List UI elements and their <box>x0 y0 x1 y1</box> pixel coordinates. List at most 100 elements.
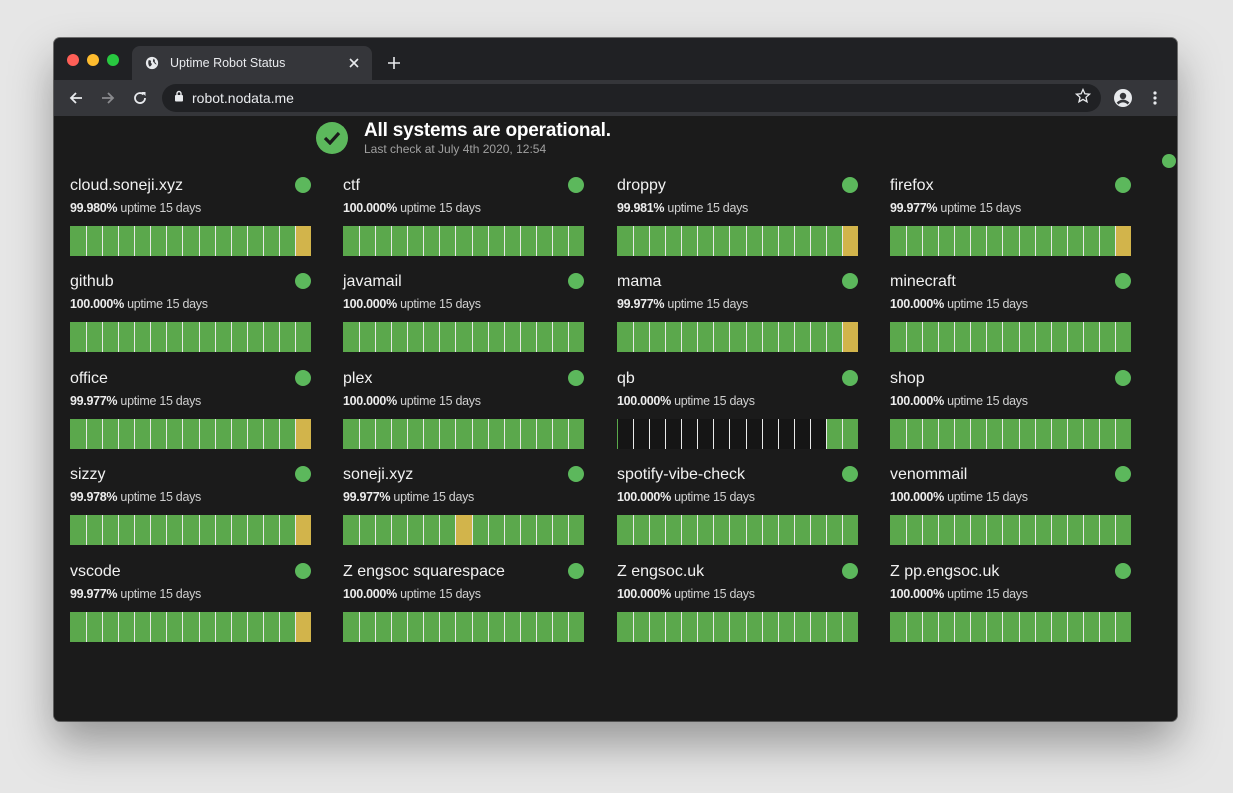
uptime-day-segment[interactable] <box>890 226 907 256</box>
uptime-day-segment[interactable] <box>890 612 907 642</box>
maximize-window-button[interactable] <box>107 54 119 66</box>
uptime-day-segment[interactable] <box>455 612 472 642</box>
monitor-card[interactable]: vscode 99.977% uptime 15 days <box>70 562 311 648</box>
uptime-day-segment[interactable] <box>1114 612 1131 642</box>
uptime-day-segment[interactable] <box>359 226 376 256</box>
uptime-day-segment[interactable] <box>166 419 183 449</box>
uptime-day-segment[interactable] <box>1002 612 1019 642</box>
uptime-day-segment[interactable] <box>214 612 231 642</box>
uptime-day-segment[interactable] <box>535 515 552 545</box>
uptime-day-segment[interactable] <box>118 226 135 256</box>
uptime-day-segment[interactable] <box>809 322 826 352</box>
uptime-day-segment[interactable] <box>198 612 215 642</box>
uptime-day-segment[interactable] <box>1002 419 1019 449</box>
uptime-day-segment[interactable] <box>407 515 424 545</box>
tab-close-icon[interactable] <box>346 55 362 71</box>
monitor-card[interactable]: spotify-vibe-check 100.000% uptime 15 day… <box>617 465 858 551</box>
uptime-day-segment[interactable] <box>407 226 424 256</box>
uptime-day-segment[interactable] <box>761 226 778 256</box>
uptime-day-segment[interactable] <box>70 515 87 545</box>
uptime-day-segment[interactable] <box>777 612 794 642</box>
monitor-card[interactable]: shop 100.000% uptime 15 days <box>890 369 1131 455</box>
uptime-day-segment[interactable] <box>182 419 199 449</box>
uptime-day-segment[interactable] <box>793 419 810 449</box>
uptime-day-segment[interactable] <box>825 515 842 545</box>
uptime-day-segment[interactable] <box>825 226 842 256</box>
uptime-day-segment[interactable] <box>551 515 568 545</box>
uptime-day-segment[interactable] <box>954 226 971 256</box>
monitor-card[interactable]: github 100.000% uptime 15 days <box>70 272 311 358</box>
uptime-day-segment[interactable] <box>1002 226 1019 256</box>
uptime-day-segment[interactable] <box>471 419 488 449</box>
uptime-day-segment[interactable] <box>134 419 151 449</box>
uptime-day-segment[interactable] <box>439 419 456 449</box>
uptime-day-segment[interactable] <box>697 419 714 449</box>
uptime-day-segment[interactable] <box>745 419 762 449</box>
uptime-day-segment[interactable] <box>535 419 552 449</box>
uptime-day-segment[interactable] <box>906 612 923 642</box>
uptime-day-segment[interactable] <box>198 515 215 545</box>
uptime-day-segment[interactable] <box>359 322 376 352</box>
uptime-day-segment[interactable] <box>230 419 247 449</box>
uptime-day-segment[interactable] <box>1114 515 1131 545</box>
uptime-day-segment[interactable] <box>118 515 135 545</box>
uptime-day-segment[interactable] <box>1018 612 1035 642</box>
uptime-day-segment[interactable] <box>262 612 279 642</box>
uptime-day-segment[interactable] <box>649 419 666 449</box>
monitor-card[interactable]: cloud.soneji.xyz 99.980% uptime 15 days <box>70 176 311 262</box>
monitor-card[interactable]: minecraft 100.000% uptime 15 days <box>890 272 1131 358</box>
uptime-day-segment[interactable] <box>793 515 810 545</box>
uptime-day-segment[interactable] <box>1018 226 1035 256</box>
uptime-day-segment[interactable] <box>954 419 971 449</box>
uptime-day-segment[interactable] <box>166 226 183 256</box>
uptime-day-segment[interactable] <box>954 515 971 545</box>
uptime-day-segment[interactable] <box>551 612 568 642</box>
uptime-day-segment[interactable] <box>278 419 295 449</box>
new-tab-plus-icon[interactable] <box>384 53 404 73</box>
uptime-day-segment[interactable] <box>503 419 520 449</box>
uptime-day-segment[interactable] <box>970 322 987 352</box>
uptime-day-segment[interactable] <box>922 226 939 256</box>
uptime-day-segment[interactable] <box>681 226 698 256</box>
uptime-day-segment[interactable] <box>761 322 778 352</box>
uptime-day-segment[interactable] <box>665 322 682 352</box>
uptime-day-segment[interactable] <box>1082 419 1099 449</box>
uptime-day-segment[interactable] <box>1114 322 1131 352</box>
uptime-day-segment[interactable] <box>487 419 504 449</box>
uptime-day-segment[interactable] <box>986 515 1003 545</box>
uptime-day-segment[interactable] <box>841 322 858 352</box>
uptime-day-segment[interactable] <box>182 612 199 642</box>
uptime-day-segment[interactable] <box>150 419 167 449</box>
uptime-day-segment[interactable] <box>825 322 842 352</box>
uptime-day-segment[interactable] <box>70 322 87 352</box>
uptime-day-segment[interactable] <box>809 419 826 449</box>
uptime-day-segment[interactable] <box>262 226 279 256</box>
uptime-day-segment[interactable] <box>697 226 714 256</box>
uptime-day-segment[interactable] <box>745 226 762 256</box>
uptime-day-segment[interactable] <box>665 612 682 642</box>
uptime-day-segment[interactable] <box>1034 419 1051 449</box>
uptime-day-segment[interactable] <box>455 419 472 449</box>
uptime-day-segment[interactable] <box>246 612 263 642</box>
uptime-day-segment[interactable] <box>535 322 552 352</box>
uptime-day-segment[interactable] <box>166 322 183 352</box>
uptime-day-segment[interactable] <box>1066 322 1083 352</box>
uptime-day-segment[interactable] <box>1082 515 1099 545</box>
browser-tab[interactable]: Uptime Robot Status <box>132 46 372 80</box>
uptime-day-segment[interactable] <box>729 419 746 449</box>
uptime-day-segment[interactable] <box>407 419 424 449</box>
uptime-day-segment[interactable] <box>519 322 536 352</box>
monitor-card[interactable]: Z engsoc squarespace 100.000% uptime 15 d… <box>343 562 584 648</box>
uptime-day-segment[interactable] <box>471 322 488 352</box>
uptime-day-segment[interactable] <box>86 322 103 352</box>
uptime-day-segment[interactable] <box>118 322 135 352</box>
uptime-day-segment[interactable] <box>1034 322 1051 352</box>
uptime-day-segment[interactable] <box>487 226 504 256</box>
uptime-day-segment[interactable] <box>134 322 151 352</box>
uptime-day-segment[interactable] <box>809 515 826 545</box>
uptime-day-segment[interactable] <box>246 322 263 352</box>
uptime-day-segment[interactable] <box>102 226 119 256</box>
uptime-day-segment[interactable] <box>343 419 360 449</box>
uptime-day-segment[interactable] <box>359 419 376 449</box>
monitor-card[interactable]: ctf 100.000% uptime 15 days <box>343 176 584 262</box>
